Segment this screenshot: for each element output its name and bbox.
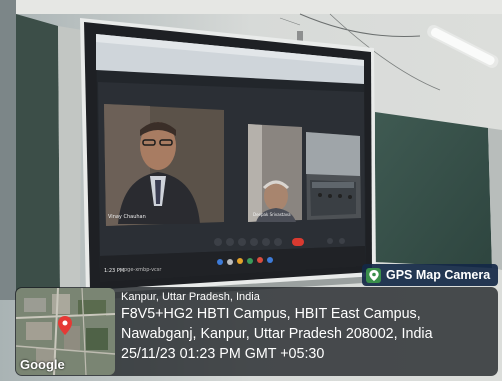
participant-name-label: Deepak Srivastava xyxy=(253,212,291,217)
meeting-time: 1:23 PM xyxy=(104,268,125,274)
participant-name-label: Vinay Chauhan xyxy=(108,214,146,220)
location-address-line-2: Nawabganj, Kanpur, Uttar Pradesh 208002,… xyxy=(121,326,433,342)
map-thumbnail: Google xyxy=(16,288,115,375)
location-address-line-1: F8V5+HG2 HBTI Campus, HBIT East Campus, xyxy=(121,306,421,322)
google-logo: Google xyxy=(20,357,65,372)
photo-scene: Vinay Chauhan Deepak Srivastava 1:23 PM … xyxy=(0,0,502,381)
meeting-code: pge-xmbp-vcsr xyxy=(124,267,162,273)
badge-label: GPS Map Camera xyxy=(386,268,491,282)
map-pin-icon xyxy=(366,267,381,283)
location-datetime: 25/11/23 01:23 PM GMT +05:30 xyxy=(121,346,325,362)
gps-map-camera-badge: GPS Map Camera xyxy=(362,264,498,286)
location-city: Kanpur, Uttar Pradesh, India xyxy=(121,291,260,303)
location-text: Kanpur, Uttar Pradesh, India F8V5+HG2 HB… xyxy=(121,291,433,364)
location-overlay: Google Kanpur, Uttar Pradesh, India F8V5… xyxy=(15,287,498,376)
